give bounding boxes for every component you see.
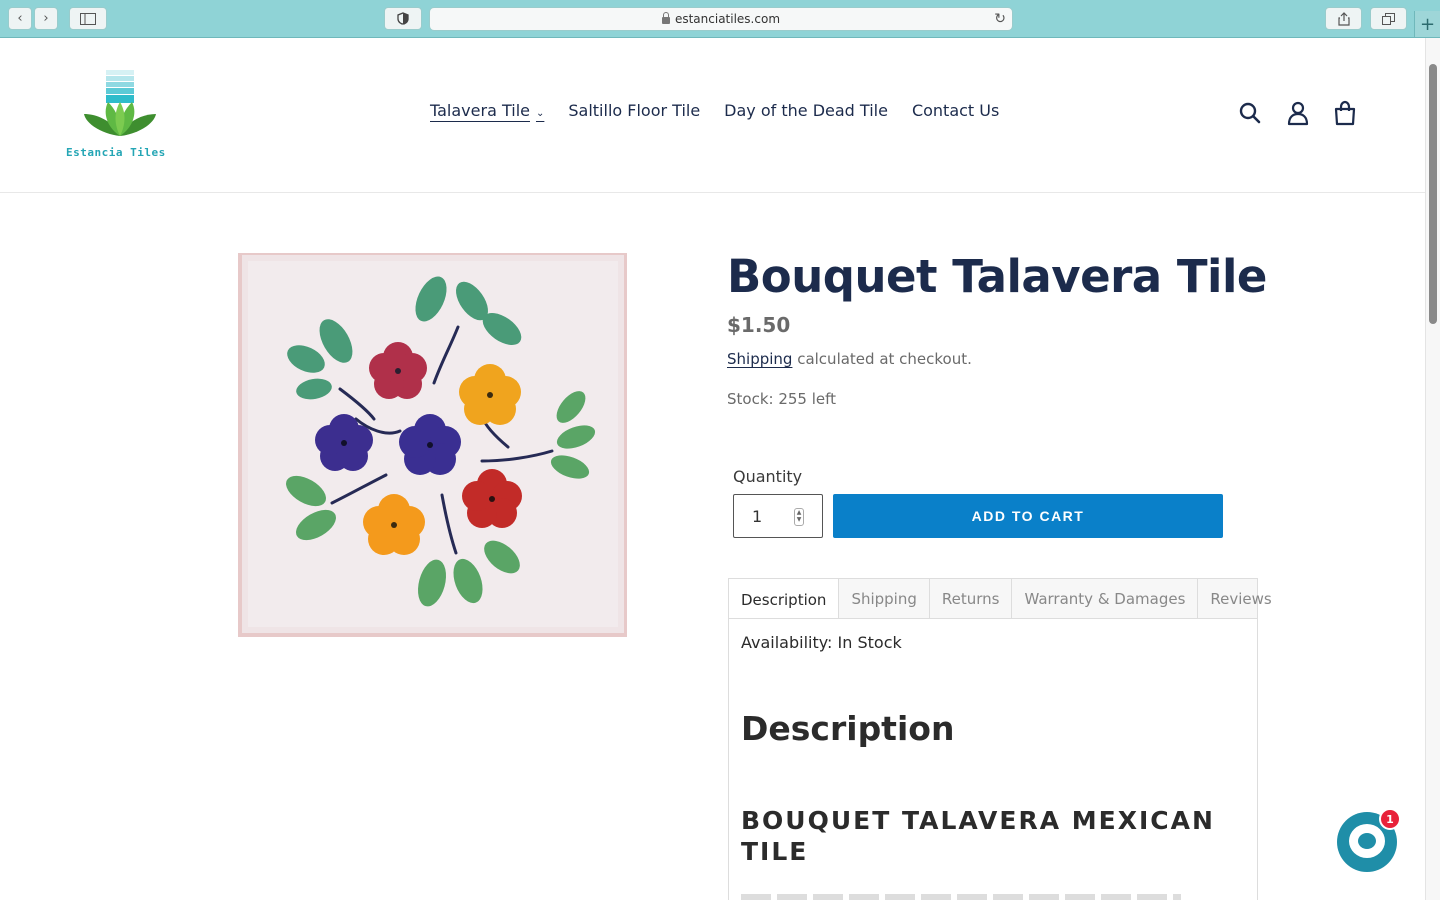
sidebar-button[interactable]	[69, 7, 107, 30]
new-tab-button[interactable]: +	[1414, 11, 1440, 37]
back-icon: ‹	[17, 11, 23, 26]
page-scrollbar[interactable]	[1425, 38, 1440, 900]
shield-icon	[397, 12, 409, 25]
share-button[interactable]	[1325, 7, 1362, 30]
tab-reviews[interactable]: Reviews	[1198, 579, 1283, 619]
site-logo[interactable]: Estancia Tiles	[62, 68, 180, 163]
share-icon	[1337, 11, 1350, 26]
cut-off-text-line	[741, 894, 1181, 900]
quantity-input[interactable]: 1 ▲ ▼	[733, 494, 823, 538]
tabs-icon	[1382, 12, 1395, 25]
shipping-note: Shipping calculated at checkout.	[727, 350, 972, 368]
nav-day-of-the-dead-tile[interactable]: Day of the Dead Tile	[724, 101, 888, 120]
tab-returns[interactable]: Returns	[930, 579, 1013, 619]
lotus-logo-icon	[84, 70, 156, 136]
tab-panel-description: Availability: In Stock Description BOUQU…	[728, 618, 1258, 900]
description-heading: Description	[741, 709, 955, 748]
product-title: Bouquet Talavera Tile	[727, 250, 1267, 303]
url-text: estanciatiles.com	[674, 12, 781, 26]
shipping-note-text: calculated at checkout.	[792, 350, 972, 368]
cart-icon[interactable]	[1332, 100, 1358, 126]
reload-icon[interactable]: ↻	[994, 11, 1006, 27]
nav-saltillo-floor-tile[interactable]: Saltillo Floor Tile	[568, 101, 700, 120]
tab-shipping[interactable]: Shipping	[839, 579, 930, 619]
quantity-label: Quantity	[733, 467, 803, 486]
scrollbar-thumb[interactable]	[1429, 64, 1437, 324]
product-tabs: Description Shipping Returns Warranty & …	[728, 578, 1272, 620]
account-icon[interactable]	[1285, 100, 1311, 126]
search-icon[interactable]	[1237, 100, 1263, 126]
lock-icon	[661, 11, 670, 24]
quantity-stepper[interactable]: ▲ ▼	[794, 508, 804, 526]
forward-button[interactable]: ›	[34, 7, 58, 30]
description-subheading: BOUQUET TALAVERA MEXICAN TILE	[741, 806, 1215, 866]
logo-text: Estancia Tiles	[66, 146, 166, 159]
shipping-policy-link[interactable]: Shipping	[727, 350, 792, 368]
site-header: Estancia Tiles Talavera Tile ⌄ Saltillo F…	[0, 38, 1425, 193]
add-to-cart-button[interactable]: ADD TO CART	[833, 494, 1223, 538]
chat-bubble-icon	[1349, 824, 1385, 858]
chevron-down-icon: ⌄	[535, 108, 545, 119]
tab-warranty-damages[interactable]: Warranty & Damages	[1012, 579, 1199, 619]
stock-status: Stock: 255 left	[727, 390, 837, 408]
main-nav: Talavera Tile ⌄ Saltillo Floor Tile Day o…	[430, 101, 1023, 120]
new-tab-icon: +	[1419, 13, 1436, 35]
product-image[interactable]	[236, 251, 629, 639]
back-button[interactable]: ‹	[8, 7, 32, 30]
address-bar[interactable]: estanciatiles.com ↻	[429, 7, 1013, 31]
sidebar-icon	[80, 12, 96, 25]
nav-label: Talavera Tile	[430, 101, 530, 120]
nav-contact-us[interactable]: Contact Us	[912, 101, 999, 120]
chat-notification-badge: 1	[1379, 808, 1401, 830]
product-price: $1.50	[727, 313, 791, 337]
availability-text: Availability: In Stock	[741, 633, 902, 652]
nav-talavera-tile[interactable]: Talavera Tile ⌄	[430, 101, 544, 120]
tab-description[interactable]: Description	[729, 579, 840, 620]
forward-icon: ›	[43, 11, 49, 26]
browser-toolbar: ‹ › estanciatiles.com ↻ +	[0, 0, 1440, 38]
privacy-button[interactable]	[384, 7, 422, 30]
tabs-button[interactable]	[1370, 7, 1407, 30]
quantity-value: 1	[752, 506, 763, 526]
